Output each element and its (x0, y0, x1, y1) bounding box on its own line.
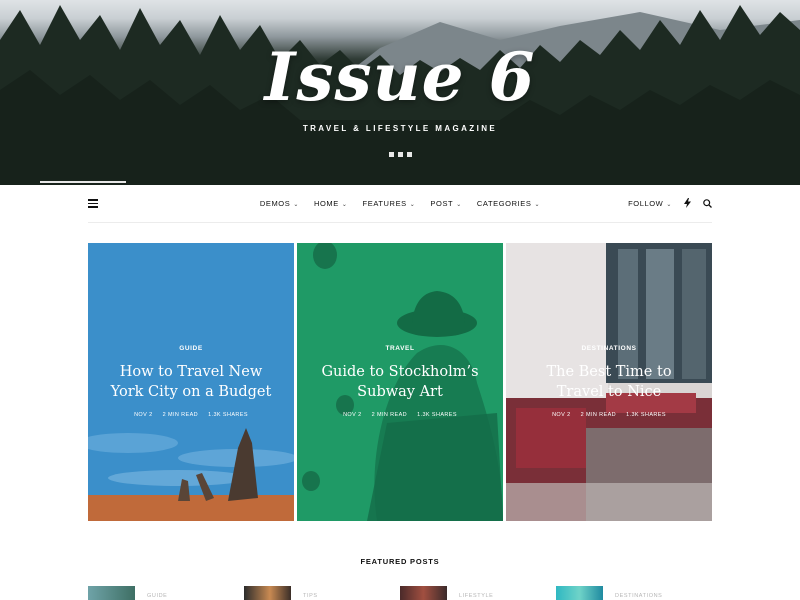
post-category[interactable]: DESTINATIONS (506, 345, 712, 352)
post-title[interactable]: How to Travel New York City on a Budget (88, 362, 294, 402)
featured-posts-heading: FEATURED POSTS (360, 557, 440, 566)
nav-item-demos[interactable]: DEMOS ⌄ (260, 199, 299, 208)
hero-dock (40, 181, 126, 183)
featured-post-thumbnail[interactable] (400, 586, 447, 600)
post-shares: 1.3K SHARES (208, 412, 248, 418)
post-read-time: 2 MIN READ (371, 412, 408, 418)
featured-post[interactable]: LIFESTYLE (400, 586, 556, 600)
post-shares: 1.3K SHARES (626, 412, 666, 418)
main-navigation: DEMOS ⌄ HOME ⌄ FEATURES ⌄ POST ⌄ CATEGORIES ⌄… (88, 185, 712, 223)
chevron-down-icon: ⌄ (456, 202, 462, 208)
site-logo[interactable]: Issue 6 (0, 38, 800, 116)
post-meta: NOV 2 2 MIN READ 1.3K SHARES (297, 412, 503, 418)
post-meta: NOV 2 2 MIN READ 1.3K SHARES (506, 412, 712, 418)
chevron-down-icon: ⌄ (666, 201, 672, 208)
featured-post-category[interactable]: TIPS (303, 593, 318, 599)
featured-post-thumbnail[interactable] (88, 586, 135, 600)
chevron-down-icon: ⌄ (534, 202, 541, 208)
search-icon[interactable] (703, 198, 712, 208)
lightning-icon[interactable] (684, 198, 691, 208)
nav-item-post[interactable]: POST ⌄ (430, 199, 461, 208)
post-read-time: 2 MIN READ (162, 412, 199, 418)
post-shares: 1.3K SHARES (417, 412, 457, 418)
hamburger-icon[interactable] (88, 199, 98, 208)
post-title[interactable]: The Best Time to Travel to Nice (506, 362, 712, 402)
chevron-down-icon: ⌄ (293, 202, 299, 208)
nav-item-home[interactable]: HOME ⌄ (314, 199, 348, 208)
featured-post[interactable]: GUIDE (88, 586, 244, 600)
featured-post-thumbnail[interactable] (244, 586, 291, 600)
post-title[interactable]: Guide to Stockholm’s Subway Art (297, 362, 503, 402)
post-card[interactable]: DESTINATIONS The Best Time to Travel to … (506, 243, 712, 521)
post-category[interactable]: GUIDE (88, 345, 294, 352)
featured-post-thumbnail[interactable] (556, 586, 603, 600)
featured-post[interactable]: TIPS (244, 586, 400, 600)
post-read-time: 2 MIN READ (580, 412, 617, 418)
nav-menu: DEMOS ⌄ HOME ⌄ FEATURES ⌄ POST ⌄ CATEGORIES ⌄ (260, 199, 540, 208)
nav-actions: FOLLOW ⌄ (628, 198, 712, 208)
featured-post-category[interactable]: DESTINATIONS (615, 593, 662, 599)
follow-dropdown[interactable]: FOLLOW ⌄ (628, 199, 672, 208)
site-tagline: TRAVEL & LIFESTYLE MAGAZINE (302, 124, 498, 133)
nav-item-features[interactable]: FEATURES ⌄ (363, 199, 416, 208)
post-date: NOV 2 (343, 412, 362, 418)
post-card[interactable]: TRAVEL Guide to Stockholm’s Subway Art N… (297, 243, 503, 521)
post-card[interactable]: GUIDE How to Travel New York City on a B… (88, 243, 294, 521)
featured-post-category[interactable]: LIFESTYLE (459, 593, 493, 599)
chevron-down-icon: ⌄ (409, 202, 416, 208)
hero-banner: Issue 6 TRAVEL & LIFESTYLE MAGAZINE (0, 0, 800, 185)
hero-dots (0, 144, 800, 162)
featured-posts-list: GUIDE TIPS LIFESTYLE DESTINATIONS (88, 586, 712, 600)
nav-item-categories[interactable]: CATEGORIES ⌄ (477, 199, 540, 208)
featured-post-category[interactable]: GUIDE (147, 593, 167, 599)
featured-post[interactable]: DESTINATIONS (556, 586, 712, 600)
hero-post-grid: GUIDE How to Travel New York City on a B… (88, 243, 712, 521)
post-category[interactable]: TRAVEL (297, 345, 503, 352)
post-meta: NOV 2 2 MIN READ 1.3K SHARES (88, 412, 294, 418)
post-date: NOV 2 (134, 412, 153, 418)
chevron-down-icon: ⌄ (341, 202, 348, 208)
post-date: NOV 2 (552, 412, 571, 418)
